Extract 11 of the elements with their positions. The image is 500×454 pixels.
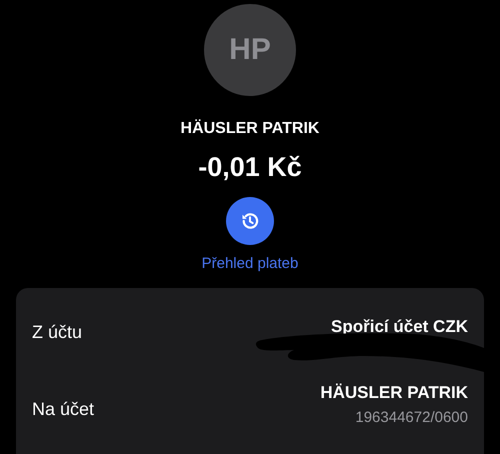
row-value: Spořicí účet CZK bbox=[331, 317, 468, 337]
avatar: HP bbox=[204, 4, 296, 96]
history-button[interactable] bbox=[226, 197, 274, 245]
payee-name: HÄUSLER PATRIK bbox=[180, 120, 320, 138]
amount: -0,01 Kč bbox=[198, 152, 302, 183]
payment-overview-link[interactable]: Přehled plateb bbox=[202, 255, 298, 272]
row-label: Na účet bbox=[32, 398, 94, 420]
account-number: 196344672/0600 bbox=[355, 408, 468, 426]
history-icon bbox=[240, 211, 260, 231]
row-label: Z účtu bbox=[32, 322, 82, 342]
row-value: HÄUSLER PATRIK bbox=[320, 382, 468, 402]
